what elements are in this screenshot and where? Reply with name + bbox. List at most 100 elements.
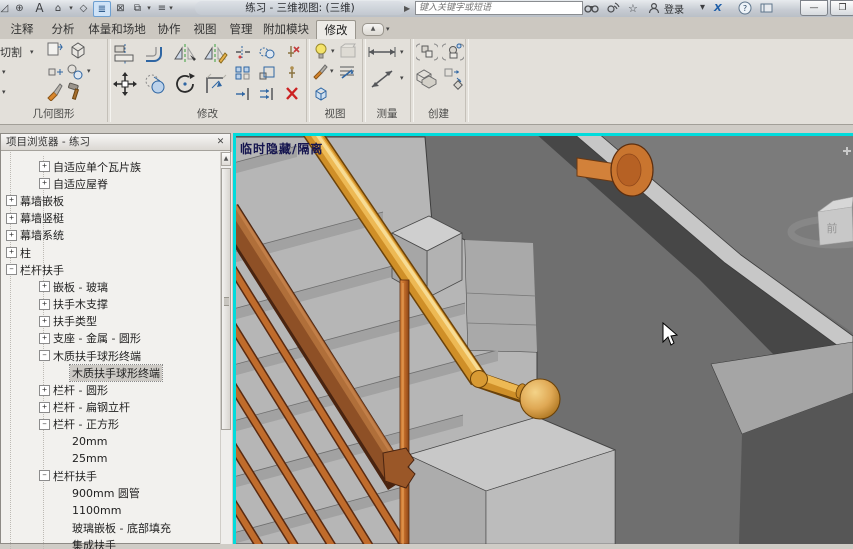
mirror-pick-axis-icon[interactable]: [172, 43, 198, 65]
tree-item-selected[interactable]: 木质扶手球形终端: [1, 364, 219, 381]
exchange-apps-icon[interactable]: X: [714, 1, 730, 15]
close-icon[interactable]: ✕: [214, 136, 227, 149]
paint-icon[interactable]: [45, 82, 64, 101]
expand-plus-icon[interactable]: [6, 195, 17, 206]
reveal-hidden-lightbulb-icon[interactable]: [312, 42, 330, 60]
split-gap-icon[interactable]: [258, 44, 276, 60]
split-icon[interactable]: [234, 44, 252, 60]
signin-label[interactable]: 登录: [664, 1, 684, 15]
tree-scrollbar[interactable]: ▲: [220, 152, 232, 544]
expand-plus-icon[interactable]: [39, 161, 50, 172]
measure-caret-icon[interactable]: [400, 49, 404, 56]
tree-item[interactable]: 20mm: [1, 433, 219, 450]
reveal-hidden-caret-icon[interactable]: [331, 48, 335, 55]
tree-item[interactable]: 栏杆 - 圆形: [1, 381, 219, 398]
expand-plus-icon[interactable]: [39, 299, 50, 310]
expand-plus-icon[interactable]: [39, 402, 50, 413]
tree-item[interactable]: 玻璃嵌板 - 底部填充: [1, 519, 219, 536]
minimize-ribbon-button[interactable]: ▲: [362, 23, 384, 36]
tree-item[interactable]: 栏杆扶手: [1, 261, 219, 278]
scrollbar-thumb[interactable]: [221, 168, 231, 430]
title-expand-arrow-icon[interactable]: ▶: [404, 4, 410, 13]
tree-item[interactable]: 柱: [1, 244, 219, 261]
tab-modify[interactable]: 修改: [316, 20, 356, 40]
expand-plus-icon[interactable]: [39, 385, 50, 396]
create-similar-icon[interactable]: [442, 42, 464, 62]
cope-icon[interactable]: [46, 41, 64, 59]
trim-extend-single-icon[interactable]: [234, 86, 252, 102]
wall-joins-caret-icon[interactable]: [87, 68, 91, 75]
collapse-minus-icon[interactable]: [39, 470, 50, 481]
measure-along-element-icon[interactable]: [368, 67, 396, 91]
join-geometry-icon[interactable]: [68, 40, 88, 60]
tree-item[interactable]: 幕墙嵌板: [1, 192, 219, 209]
expand-plus-icon[interactable]: [6, 247, 17, 258]
measure-along-caret-icon[interactable]: [400, 75, 404, 82]
tree-item[interactable]: 25mm: [1, 450, 219, 467]
tab-addins[interactable]: 附加模块: [260, 20, 312, 39]
tab-annotate[interactable]: 注释: [5, 20, 39, 39]
beam-column-joins-icon[interactable]: [48, 64, 64, 80]
signin-person-icon[interactable]: [648, 1, 660, 15]
help-icon[interactable]: ?: [738, 1, 753, 15]
align-icon[interactable]: [112, 43, 138, 65]
expand-plus-icon[interactable]: [39, 178, 50, 189]
temporary-hide-isolate-label[interactable]: 临时隐藏/隔离: [240, 140, 323, 157]
copy-icon[interactable]: [143, 72, 167, 96]
ribbon-display-caret-icon[interactable]: [386, 26, 390, 33]
minimize-button[interactable]: —: [800, 0, 828, 16]
measure-between-refs-icon[interactable]: [366, 45, 398, 59]
display-constraints-icon[interactable]: [339, 42, 357, 60]
trim-extend-multi-icon[interactable]: [258, 86, 276, 102]
cut-geometry-label[interactable]: 切割: [0, 44, 22, 60]
customize-qat-icon[interactable]: ≡: [156, 1, 168, 15]
tree-item[interactable]: 集成扶手: [1, 536, 219, 549]
expand-plus-icon[interactable]: [39, 316, 50, 327]
section-icon[interactable]: ◇: [76, 1, 91, 15]
tab-analyze[interactable]: 分析: [46, 20, 80, 39]
tree-item[interactable]: 栏杆 - 扁钢立杆: [1, 399, 219, 416]
default-3d-view-icon[interactable]: ⌂: [50, 1, 66, 15]
tree-item[interactable]: 嵌板 - 玻璃: [1, 278, 219, 295]
scale-icon[interactable]: [258, 65, 276, 81]
tab-massing-site[interactable]: 体量和场地: [84, 20, 150, 39]
linework-brush-icon[interactable]: [312, 64, 329, 80]
tree-item[interactable]: 木质扶手球形终端: [1, 347, 219, 364]
expand-plus-icon[interactable]: [39, 333, 50, 344]
infocenter-toggle-icon[interactable]: [760, 1, 774, 15]
tree-item[interactable]: 栏杆 - 正方形: [1, 416, 219, 433]
tree-item[interactable]: 自适应屋脊: [1, 175, 219, 192]
array-icon[interactable]: [234, 65, 252, 81]
pin-icon[interactable]: [283, 65, 301, 81]
thin-lines-toggle-icon[interactable]: [338, 63, 357, 80]
tree-item[interactable]: 1100mm: [1, 502, 219, 519]
collapse-minus-icon[interactable]: [39, 350, 50, 361]
close-inactive-windows-icon[interactable]: ⊠: [113, 1, 128, 15]
join-caret-icon[interactable]: [2, 69, 6, 76]
tree-item[interactable]: 幕墙竖梃: [1, 210, 219, 227]
geometry-more-caret-icon[interactable]: [2, 89, 6, 96]
tree-item[interactable]: 幕墙系统: [1, 227, 219, 244]
tab-view[interactable]: 视图: [188, 20, 222, 39]
tree-item[interactable]: 支座 - 金属 - 圆形: [1, 330, 219, 347]
expand-plus-icon[interactable]: [6, 230, 17, 241]
create-parts-icon[interactable]: [442, 66, 466, 90]
offset-icon[interactable]: [142, 43, 168, 65]
customize-qat-caret-icon[interactable]: [168, 1, 174, 15]
create-assembly-icon[interactable]: [414, 66, 438, 90]
switch-windows-icon[interactable]: ⧉: [130, 1, 145, 15]
search-binoculars-icon[interactable]: [584, 1, 599, 15]
collapse-minus-icon[interactable]: [6, 264, 17, 275]
communication-center-icon[interactable]: [606, 1, 620, 15]
tab-collaborate[interactable]: 协作: [152, 20, 186, 39]
thin-lines-icon[interactable]: ≣: [93, 1, 111, 17]
newel-post[interactable]: [400, 280, 409, 544]
tree-item[interactable]: 自适应单个瓦片族: [1, 158, 219, 175]
tree-item[interactable]: 扶手木支撑: [1, 296, 219, 313]
scroll-up-icon[interactable]: ▲: [221, 152, 231, 166]
expand-plus-icon[interactable]: [39, 281, 50, 292]
viewport-3d[interactable]: 前: [233, 133, 853, 544]
delete-icon[interactable]: [283, 86, 301, 102]
tree-item[interactable]: 900mm 圆管: [1, 485, 219, 502]
wall-joins-icon[interactable]: [66, 63, 84, 81]
